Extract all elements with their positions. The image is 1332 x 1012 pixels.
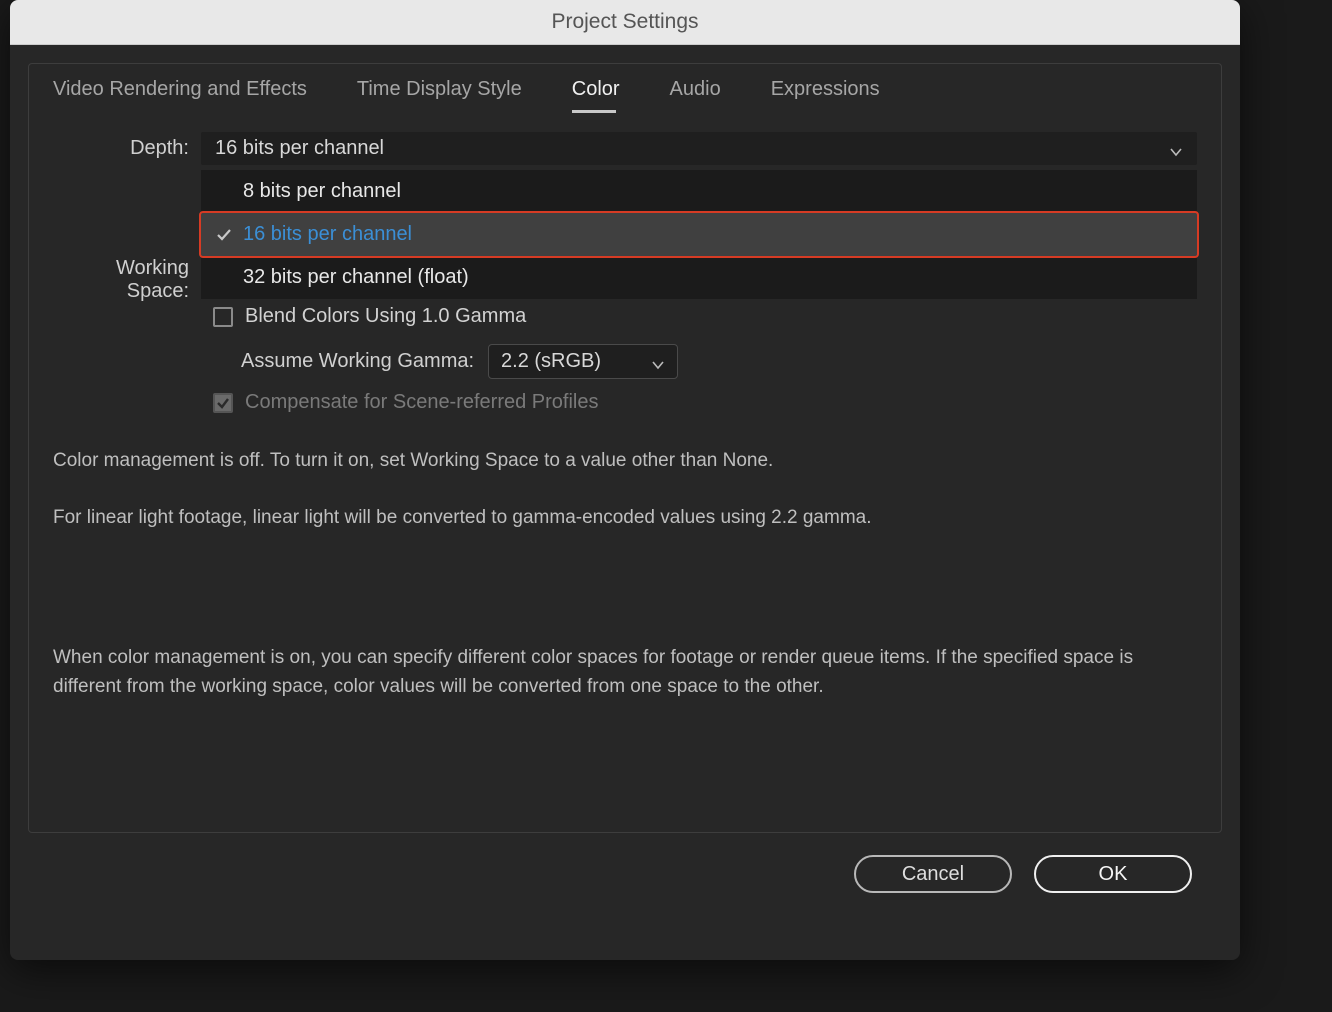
- chevron-down-icon: [1169, 142, 1183, 156]
- tabs-bar: Video Rendering and Effects Time Display…: [29, 64, 1221, 122]
- titlebar: Project Settings: [10, 0, 1240, 45]
- blend-colors-checkbox[interactable]: [213, 307, 233, 327]
- info-text-2: For linear light footage, linear light w…: [53, 503, 1197, 532]
- depth-option-16bit[interactable]: 16 bits per channel: [199, 211, 1199, 258]
- compensate-row: Compensate for Scene-referred Profiles: [53, 391, 1197, 414]
- form-area: Depth: 16 bits per channel Working Space…: [29, 132, 1221, 414]
- assume-gamma-value: 2.2 (sRGB): [501, 350, 601, 373]
- assume-gamma-row: Assume Working Gamma: 2.2 (sRGB): [53, 344, 1197, 379]
- check-icon: [215, 226, 233, 244]
- compensate-checkbox[interactable]: [213, 393, 233, 413]
- dialog-title: Project Settings: [551, 10, 698, 34]
- tab-time-display[interactable]: Time Display Style: [357, 78, 522, 111]
- cancel-button[interactable]: Cancel: [854, 855, 1012, 893]
- tab-video-rendering[interactable]: Video Rendering and Effects: [53, 78, 307, 111]
- working-space-label: Working Space:: [53, 257, 201, 303]
- info-block: Color management is off. To turn it on, …: [29, 446, 1221, 702]
- depth-row: Depth: 16 bits per channel: [53, 132, 1197, 165]
- project-settings-dialog: Project Settings Video Rendering and Eff…: [10, 0, 1240, 960]
- depth-dropdown: 8 bits per channel 16 bits per channel 3…: [201, 170, 1197, 299]
- depth-option-16bit-label: 16 bits per channel: [243, 223, 412, 245]
- blend-colors-row: Blend Colors Using 1.0 Gamma: [53, 305, 1197, 328]
- depth-select[interactable]: 16 bits per channel: [201, 132, 1197, 165]
- content-frame: Video Rendering and Effects Time Display…: [28, 63, 1222, 833]
- ok-button[interactable]: OK: [1034, 855, 1192, 893]
- info-text-1: Color management is off. To turn it on, …: [53, 446, 1197, 475]
- ok-button-label: OK: [1099, 863, 1128, 886]
- dialog-content: Video Rendering and Effects Time Display…: [10, 45, 1240, 893]
- assume-gamma-label: Assume Working Gamma:: [241, 350, 474, 373]
- blend-colors-label: Blend Colors Using 1.0 Gamma: [245, 305, 526, 328]
- depth-option-32bit-label: 32 bits per channel (float): [243, 266, 469, 288]
- depth-option-32bit[interactable]: 32 bits per channel (float): [201, 256, 1197, 299]
- depth-label: Depth:: [53, 137, 201, 160]
- tab-expressions[interactable]: Expressions: [771, 78, 880, 111]
- cancel-button-label: Cancel: [902, 863, 964, 886]
- depth-select-value: 16 bits per channel: [215, 137, 384, 160]
- chevron-down-icon: [651, 355, 665, 369]
- depth-option-8bit[interactable]: 8 bits per channel: [201, 170, 1197, 213]
- tab-audio[interactable]: Audio: [670, 78, 721, 111]
- depth-option-8bit-label: 8 bits per channel: [243, 180, 401, 202]
- compensate-label: Compensate for Scene-referred Profiles: [245, 391, 599, 414]
- assume-gamma-select[interactable]: 2.2 (sRGB): [488, 344, 678, 379]
- tab-color[interactable]: Color: [572, 78, 620, 111]
- button-row: Cancel OK: [28, 833, 1222, 893]
- info-text-3: When color management is on, you can spe…: [53, 643, 1197, 702]
